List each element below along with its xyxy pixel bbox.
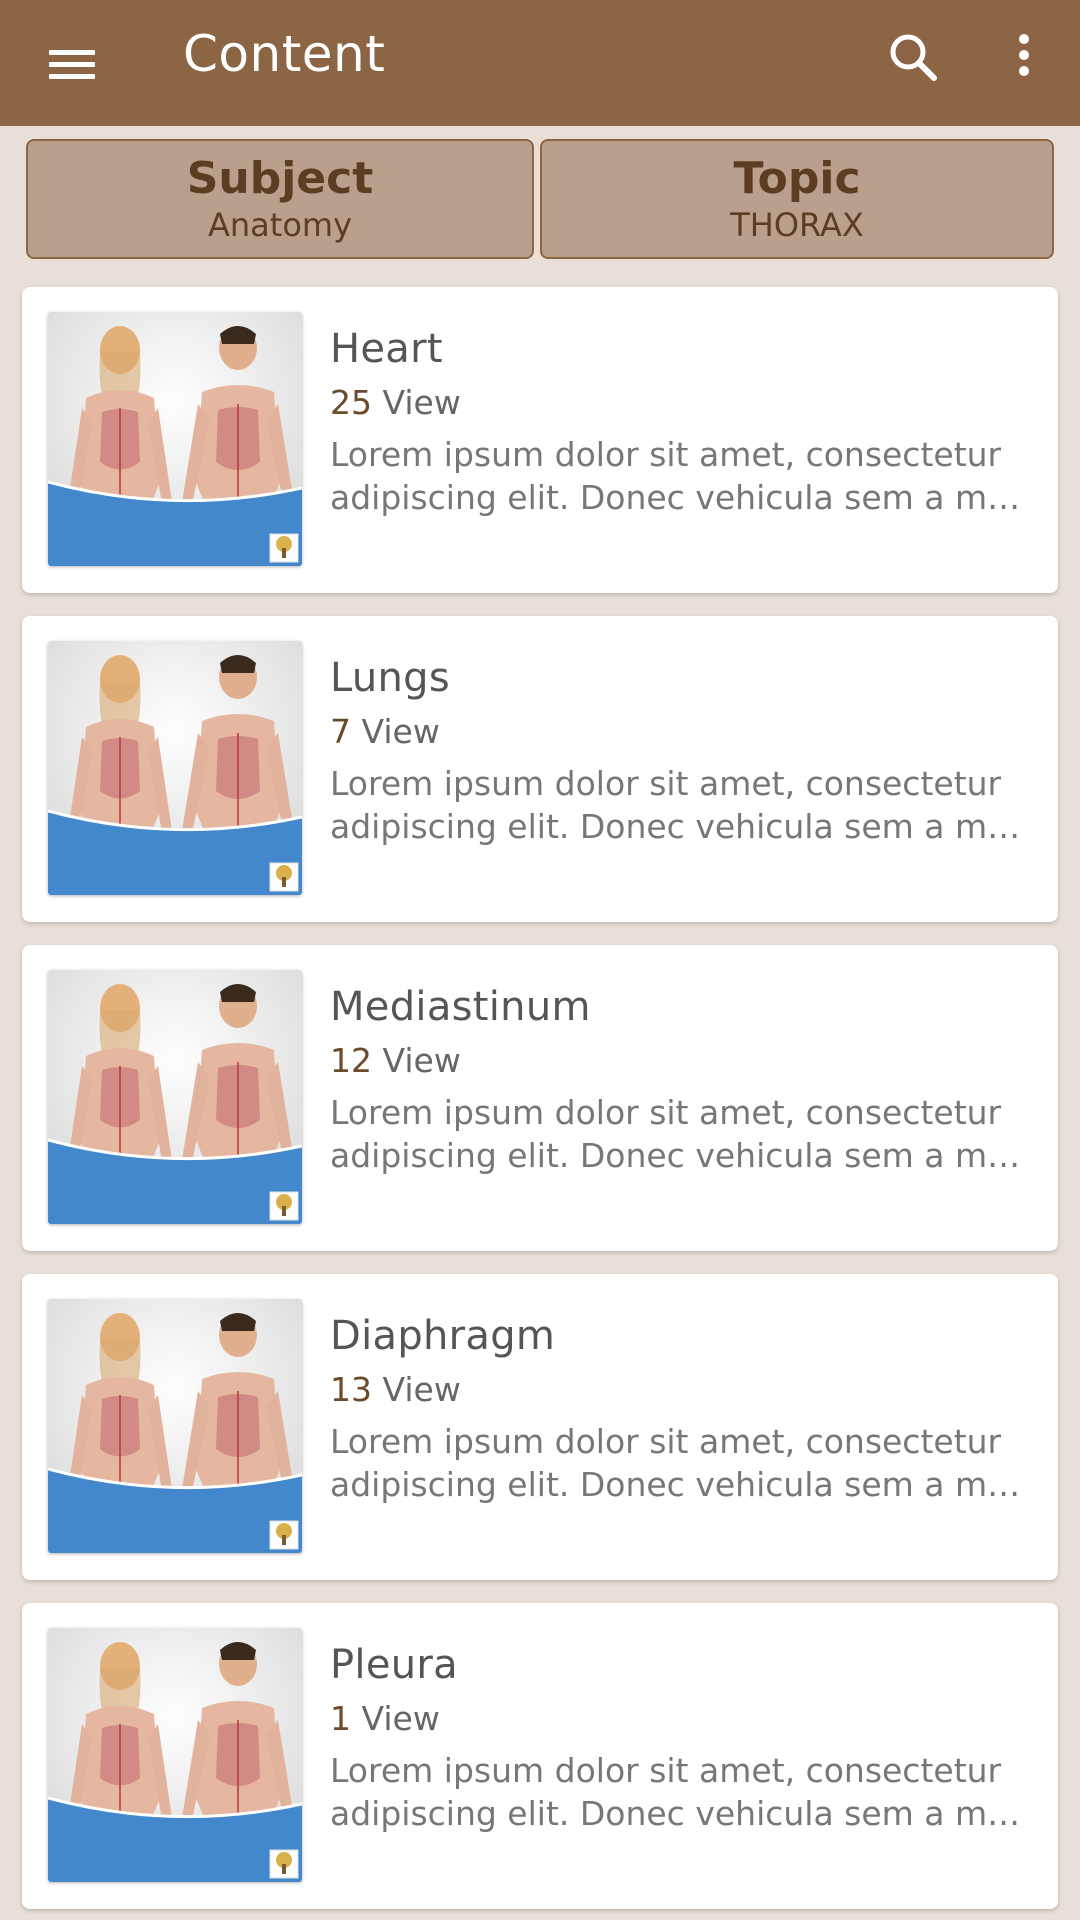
view-count-number: 7	[330, 712, 351, 751]
filter-selectors: Subject Anatomy Topic THORAX	[26, 139, 1054, 263]
list-item-title: Pleura	[330, 1642, 458, 1688]
subject-value: Anatomy	[207, 206, 352, 244]
view-count-number: 13	[330, 1370, 372, 1409]
more-vertical-icon[interactable]	[1000, 22, 1048, 94]
anatomy-thumbnail-image	[48, 641, 302, 895]
app-bar: Content	[0, 0, 1080, 126]
list-item-text: Lungs 7 View Lorem ipsum dolor sit amet,…	[330, 652, 1030, 848]
view-count: 1 View	[330, 1697, 1030, 1741]
view-count-label: View	[361, 712, 440, 751]
anatomy-thumbnail-image	[48, 970, 302, 1224]
view-count: 13 View	[330, 1368, 1030, 1412]
hamburger-menu-icon[interactable]	[36, 28, 108, 100]
view-count-number: 12	[330, 1041, 372, 1080]
list-item-title: Diaphragm	[330, 1313, 556, 1359]
list-item-text: Heart 25 View Lorem ipsum dolor sit amet…	[330, 323, 1030, 519]
topic-value: THORAX	[730, 206, 864, 244]
list-item[interactable]: Lungs 7 View Lorem ipsum dolor sit amet,…	[22, 616, 1058, 922]
list-item-title: Heart	[330, 326, 443, 372]
anatomy-thumbnail-image	[48, 1628, 302, 1882]
subject-label: Subject	[186, 153, 374, 204]
list-item-description: Lorem ipsum dolor sit amet, consectetur …	[330, 1422, 1021, 1504]
list-item-description: Lorem ipsum dolor sit amet, consectetur …	[330, 435, 1021, 517]
view-count: 7 View	[330, 710, 1030, 754]
subject-selector[interactable]: Subject Anatomy	[26, 139, 534, 259]
list-item-text: Mediastinum 12 View Lorem ipsum dolor si…	[330, 981, 1030, 1177]
view-count-label: View	[361, 1699, 440, 1738]
view-count-number: 25	[330, 383, 372, 422]
view-count-label: View	[382, 1370, 461, 1409]
list-item-title: Lungs	[330, 655, 451, 701]
view-count-label: View	[382, 1041, 461, 1080]
list-item[interactable]: Diaphragm 13 View Lorem ipsum dolor sit …	[22, 1274, 1058, 1580]
list-item-title: Mediastinum	[330, 984, 591, 1030]
view-count-label: View	[382, 383, 461, 422]
list-item-description: Lorem ipsum dolor sit amet, consectetur …	[330, 764, 1021, 846]
list-item-text: Pleura 1 View Lorem ipsum dolor sit amet…	[330, 1639, 1030, 1835]
list-item[interactable]: Pleura 1 View Lorem ipsum dolor sit amet…	[22, 1603, 1058, 1909]
view-count: 12 View	[330, 1039, 1030, 1083]
list-item[interactable]: Mediastinum 12 View Lorem ipsum dolor si…	[22, 945, 1058, 1251]
list-item-description: Lorem ipsum dolor sit amet, consectetur …	[330, 1751, 1021, 1833]
list-item-text: Diaphragm 13 View Lorem ipsum dolor sit …	[330, 1310, 1030, 1506]
topic-selector[interactable]: Topic THORAX	[540, 139, 1054, 259]
list-item-description: Lorem ipsum dolor sit amet, consectetur …	[330, 1093, 1021, 1175]
topic-label: Topic	[733, 153, 861, 204]
search-icon[interactable]	[878, 22, 950, 94]
list-item[interactable]: Heart 25 View Lorem ipsum dolor sit amet…	[22, 287, 1058, 593]
page-title: Content	[183, 25, 386, 83]
view-count-number: 1	[330, 1699, 351, 1738]
view-count: 25 View	[330, 381, 1030, 425]
anatomy-thumbnail-image	[48, 312, 302, 566]
anatomy-thumbnail-image	[48, 1299, 302, 1553]
